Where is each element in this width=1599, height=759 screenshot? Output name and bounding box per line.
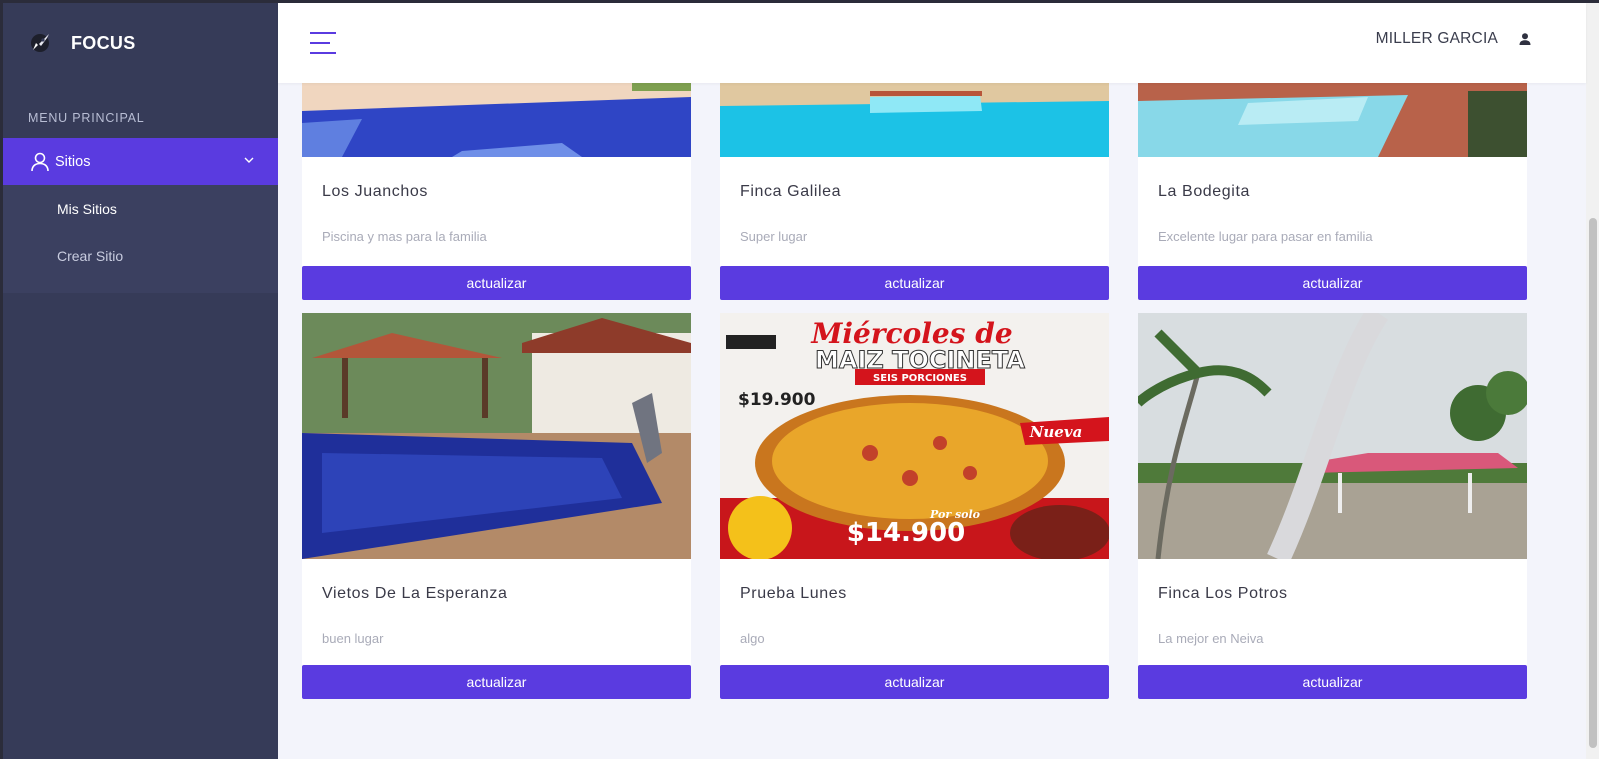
site-card: Miércoles de MAIZ TOCINETA SEIS PORCIONE… <box>720 313 1109 699</box>
update-button[interactable]: actualizar <box>720 665 1109 699</box>
update-button[interactable]: actualizar <box>302 266 691 300</box>
sidebar-item-sitios[interactable]: Sitios <box>3 138 278 185</box>
promo-old-price: $19.900 <box>738 390 816 410</box>
site-description: buen lugar <box>322 631 384 646</box>
site-description: Super lugar <box>740 229 808 244</box>
site-name: Vietos De La Esperanza <box>322 585 508 602</box>
promo-price: $14.900 <box>847 518 965 548</box>
rocket-logo-icon <box>31 34 49 52</box>
update-button[interactable]: actualizar <box>1138 266 1527 300</box>
site-name: Prueba Lunes <box>740 585 847 602</box>
scrollbar[interactable] <box>1586 3 1599 759</box>
site-image-pool <box>302 313 691 559</box>
sidebar-item-mis-sitios[interactable]: Mis Sitios <box>3 191 278 238</box>
chevron-down-icon <box>244 157 254 163</box>
site-description: Piscina y mas para la familia <box>322 229 487 244</box>
main-content: Los Juanchos Piscina y mas para la famil… <box>278 3 1586 759</box>
brand-name: FOCUS <box>71 32 136 53</box>
user-icon <box>31 152 49 171</box>
site-card: Vietos De La Esperanza buen lugar actual… <box>302 313 691 699</box>
promo-badge: Nueva <box>1029 423 1083 441</box>
submenu: Mis Sitios Crear Sitio <box>3 185 278 293</box>
site-card: Finca Los Potros La mejor en Neiva actua… <box>1138 313 1527 699</box>
top-header: MILLER GARCIA <box>278 3 1586 83</box>
user-menu[interactable]: MILLER GARCIA <box>1376 30 1532 48</box>
update-button[interactable]: actualizar <box>1138 665 1527 699</box>
scrollbar-thumb[interactable] <box>1589 218 1597 748</box>
menu-toggle-icon[interactable] <box>310 32 336 54</box>
site-image-promo: Miércoles de MAIZ TOCINETA SEIS PORCIONE… <box>720 313 1109 559</box>
sidebar-item-crear-sitio[interactable]: Crear Sitio <box>3 238 278 285</box>
site-description: Excelente lugar para pasar en familia <box>1158 229 1373 244</box>
update-button[interactable]: actualizar <box>302 665 691 699</box>
sidebar-item-label: Sitios <box>55 153 91 170</box>
site-name: Finca Los Potros <box>1158 585 1288 602</box>
user-icon <box>1519 33 1531 45</box>
site-name: La Bodegita <box>1158 183 1251 200</box>
site-name: Finca Galilea <box>740 183 842 200</box>
site-description: La mejor en Neiva <box>1158 631 1264 646</box>
menu-section-title: MENU PRINCIPAL <box>28 111 145 125</box>
site-name: Los Juanchos <box>322 183 428 200</box>
user-name: MILLER GARCIA <box>1375 30 1498 47</box>
update-button[interactable]: actualizar <box>720 266 1109 300</box>
promo-subtitle-text: MAIZ TOCINETA <box>815 346 1025 374</box>
site-description: algo <box>740 631 765 646</box>
sidebar: FOCUS MENU PRINCIPAL Sitios Mis Sitios C… <box>3 3 278 759</box>
site-image-garden <box>1138 313 1527 559</box>
promo-portions-text: SEIS PORCIONES <box>873 373 967 384</box>
brand[interactable]: FOCUS <box>3 3 278 83</box>
